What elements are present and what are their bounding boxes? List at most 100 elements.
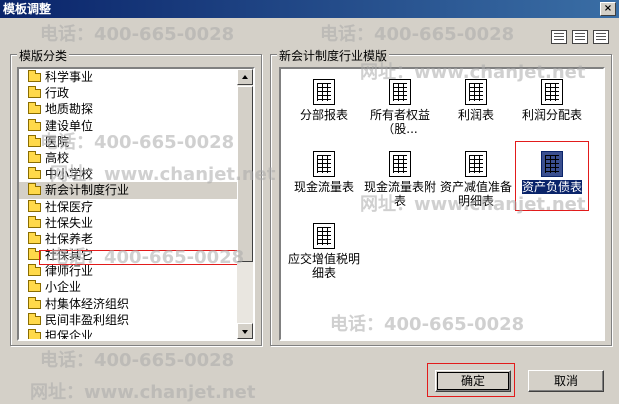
spreadsheet-icon bbox=[389, 151, 411, 177]
template-item[interactable]: 利润表 bbox=[439, 79, 513, 122]
spreadsheet-icon bbox=[313, 151, 335, 177]
template-label: 资产减值准备明细表 bbox=[439, 180, 512, 208]
template-item[interactable]: 分部报表 bbox=[287, 79, 361, 122]
tree-item-label: 小企业 bbox=[45, 280, 82, 295]
tree-item-label: 医院 bbox=[45, 134, 70, 149]
tree-item-label: 高校 bbox=[45, 150, 70, 165]
spreadsheet-icon bbox=[465, 151, 487, 177]
spreadsheet-icon bbox=[541, 79, 563, 105]
tree-item-label: 民间非盈利组织 bbox=[45, 312, 130, 327]
scroll-thumb[interactable] bbox=[237, 86, 253, 262]
spreadsheet-icon bbox=[313, 79, 335, 105]
tree-item[interactable]: 医院 bbox=[19, 134, 239, 150]
template-label: 分部报表 bbox=[299, 108, 348, 122]
watermark-phone: 电话：400-665-0028 bbox=[40, 24, 235, 45]
folder-icon bbox=[28, 86, 41, 99]
watermark-site: 网址：www.chanjet.net bbox=[30, 382, 256, 403]
tree-item[interactable]: 社保其它 bbox=[19, 247, 239, 263]
list-view-icon[interactable] bbox=[572, 30, 588, 44]
tree-item-label: 村集体经济组织 bbox=[45, 296, 130, 311]
tree-item[interactable]: 村集体经济组织 bbox=[19, 296, 239, 312]
template-label: 现金流量表附表 bbox=[363, 180, 436, 208]
folder-icon bbox=[28, 312, 41, 325]
folder-icon bbox=[28, 70, 41, 82]
tree-item[interactable]: 行政 bbox=[19, 85, 239, 101]
watermark-phone: 电话：400-665-0028 bbox=[320, 24, 515, 45]
folder-icon bbox=[28, 231, 41, 244]
watermark-phone: 电话：400-665-0028 bbox=[40, 350, 235, 371]
folder-icon bbox=[28, 183, 41, 196]
folder-icon bbox=[28, 167, 41, 180]
spreadsheet-icon bbox=[465, 79, 487, 105]
template-label: 利润表 bbox=[457, 108, 494, 122]
folder-icon bbox=[28, 264, 41, 277]
folder-icon bbox=[28, 280, 41, 293]
template-item[interactable]: 所有者权益（股... bbox=[363, 79, 437, 136]
folder-icon bbox=[28, 215, 41, 228]
spreadsheet-icon bbox=[389, 79, 411, 105]
tree-item[interactable]: 小企业 bbox=[19, 279, 239, 295]
view-mode-toolbar bbox=[551, 30, 609, 44]
tree-item-label: 律师行业 bbox=[45, 264, 94, 279]
folder-icon bbox=[28, 329, 41, 339]
template-label: 现金流量表 bbox=[293, 180, 354, 194]
tree-item[interactable]: 中小学校 bbox=[19, 166, 239, 182]
details-view-icon[interactable] bbox=[593, 30, 609, 44]
tree-item[interactable]: 社保失业 bbox=[19, 215, 239, 231]
template-group: 新会计制度行业模版 分部报表 所有者权益（股... 利润表 利润分配表现金流量表 现金流… bbox=[270, 47, 612, 346]
tree-item[interactable]: 地质勘探 bbox=[19, 101, 239, 117]
template-item[interactable]: 应交增值税明细表 bbox=[287, 223, 361, 280]
tree-item-label: 社保养老 bbox=[45, 231, 94, 246]
template-icons-panel: 分部报表 所有者权益（股... 利润表 利润分配表现金流量表 现金流量表附表 资产减值准备… bbox=[279, 67, 605, 341]
folder-icon bbox=[28, 296, 41, 309]
scroll-up-button[interactable] bbox=[237, 69, 253, 85]
template-item[interactable]: 资产减值准备明细表 bbox=[439, 151, 513, 208]
folder-icon bbox=[28, 248, 41, 261]
tree-item[interactable]: 新会计制度行业 bbox=[19, 182, 239, 199]
tree-item[interactable]: 建设单位 bbox=[19, 118, 239, 134]
tree-item[interactable]: 科学事业 bbox=[19, 69, 239, 85]
tree-item[interactable]: 社保医疗 bbox=[19, 199, 239, 215]
tree-item[interactable]: 民间非盈利组织 bbox=[19, 312, 239, 328]
large-icons-view-icon[interactable] bbox=[551, 30, 567, 44]
template-label: 应交增值税明细表 bbox=[287, 252, 360, 280]
tree-item-label: 新会计制度行业 bbox=[45, 183, 130, 198]
template-label: 资产负债表 bbox=[521, 180, 582, 194]
tree-item-label: 地质勘探 bbox=[45, 102, 94, 117]
window-title: 模板调整 bbox=[3, 2, 52, 16]
tree-item[interactable]: 律师行业 bbox=[19, 263, 239, 279]
category-group-label: 模版分类 bbox=[17, 47, 70, 64]
window-titlebar: 模板调整 × bbox=[0, 0, 619, 18]
tree-item-label: 中小学校 bbox=[45, 167, 94, 182]
tree-item-label: 科学事业 bbox=[45, 70, 94, 84]
category-group: 模版分类 科学事业 行政 地质勘探 建设单位 医院 高校 中小学校 新会计制度行业 社保医疗 社保… bbox=[10, 47, 262, 346]
spreadsheet-icon bbox=[541, 151, 563, 177]
template-label: 所有者权益（股... bbox=[369, 108, 430, 136]
tree-item[interactable]: 高校 bbox=[19, 150, 239, 166]
tree-item-label: 建设单位 bbox=[45, 118, 94, 133]
category-list: 科学事业行政 地质勘探 建设单位 医院 高校中小学校 新会计制度行业 社保医疗 社保失业 社保养… bbox=[19, 69, 239, 341]
template-label: 利润分配表 bbox=[521, 108, 582, 122]
cancel-button[interactable]: 取消 bbox=[528, 370, 604, 392]
tree-item-label: 行政 bbox=[45, 86, 70, 101]
tree-item-label: 社保失业 bbox=[45, 215, 94, 230]
template-group-label: 新会计制度行业模版 bbox=[277, 47, 390, 64]
tree-item-label: 社保医疗 bbox=[45, 199, 94, 214]
category-scrollbar[interactable] bbox=[237, 69, 253, 339]
spreadsheet-icon bbox=[313, 223, 335, 249]
tree-item-label: 社保其它 bbox=[45, 248, 94, 263]
category-tree[interactable]: 科学事业行政 地质勘探 建设单位 医院 高校中小学校 新会计制度行业 社保医疗 社保失业 社保养… bbox=[17, 67, 255, 341]
ok-button[interactable]: 确定 bbox=[435, 370, 511, 392]
scroll-down-button[interactable] bbox=[237, 323, 253, 339]
template-item[interactable]: 现金流量表附表 bbox=[363, 151, 437, 208]
folder-icon bbox=[28, 134, 41, 147]
close-button[interactable]: × bbox=[600, 2, 616, 16]
folder-icon bbox=[28, 199, 41, 212]
tree-item[interactable]: 担保企业 bbox=[19, 328, 239, 341]
tree-item-label: 担保企业 bbox=[45, 329, 94, 341]
template-item[interactable]: 利润分配表 bbox=[515, 79, 589, 122]
tree-item[interactable]: 社保养老 bbox=[19, 231, 239, 247]
folder-icon bbox=[28, 150, 41, 163]
template-item[interactable]: 现金流量表 bbox=[287, 151, 361, 194]
template-item[interactable]: 资产负债表 bbox=[515, 151, 589, 194]
